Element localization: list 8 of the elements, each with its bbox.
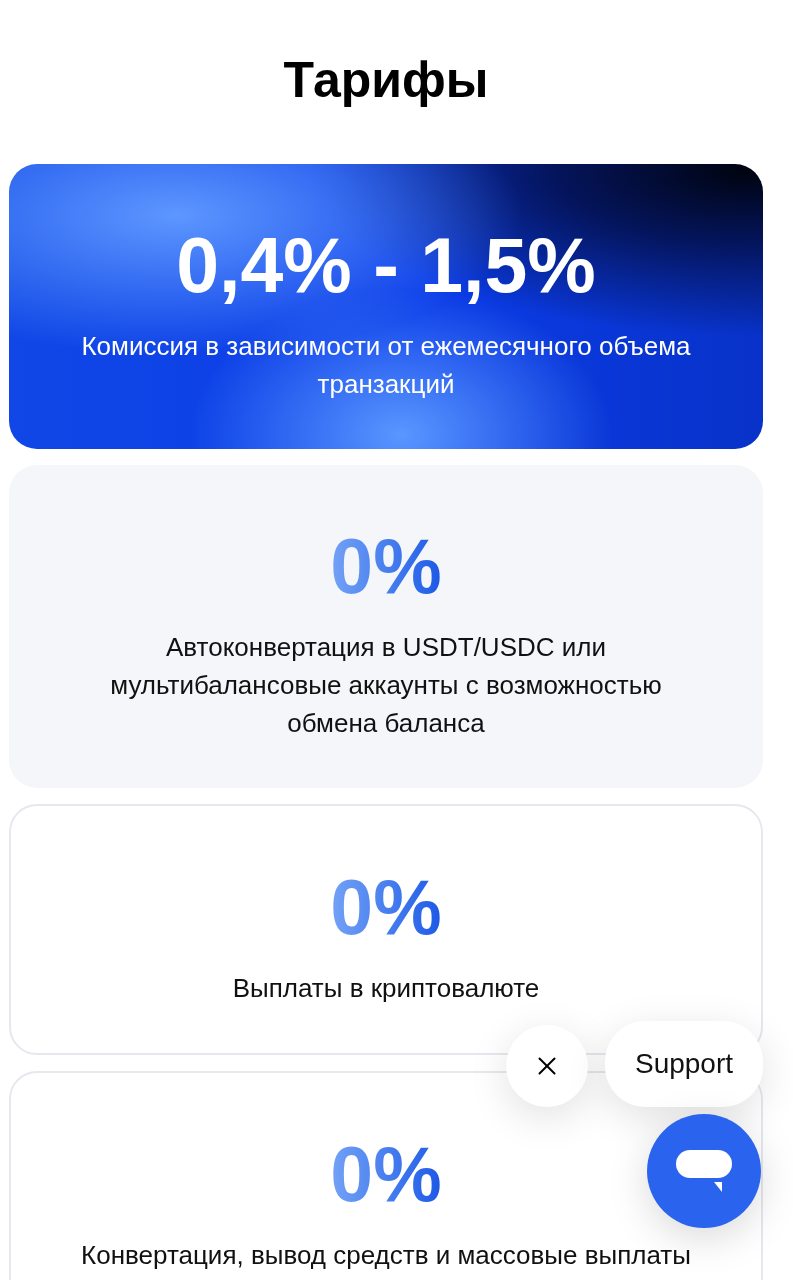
tariff-description: Комиссия в зависимости от ежемесячного объема транзакций bbox=[80, 330, 692, 401]
tariff-description: Выплаты в криптовалюте bbox=[232, 972, 540, 1005]
tariff-value: 0,4% - 1,5% bbox=[176, 223, 596, 307]
page-title: Тарифы bbox=[282, 51, 490, 110]
tariff-description: Конвертация, вывод средств и массовые выплаты bbox=[81, 1239, 691, 1272]
support-button[interactable]: Support bbox=[605, 1021, 763, 1107]
tariff-description: Автоконвертация в USDT/USDC или мультибалансовые аккаунты с возможностью обмена баланса bbox=[109, 631, 663, 740]
chat-bubble-icon bbox=[676, 1150, 732, 1192]
